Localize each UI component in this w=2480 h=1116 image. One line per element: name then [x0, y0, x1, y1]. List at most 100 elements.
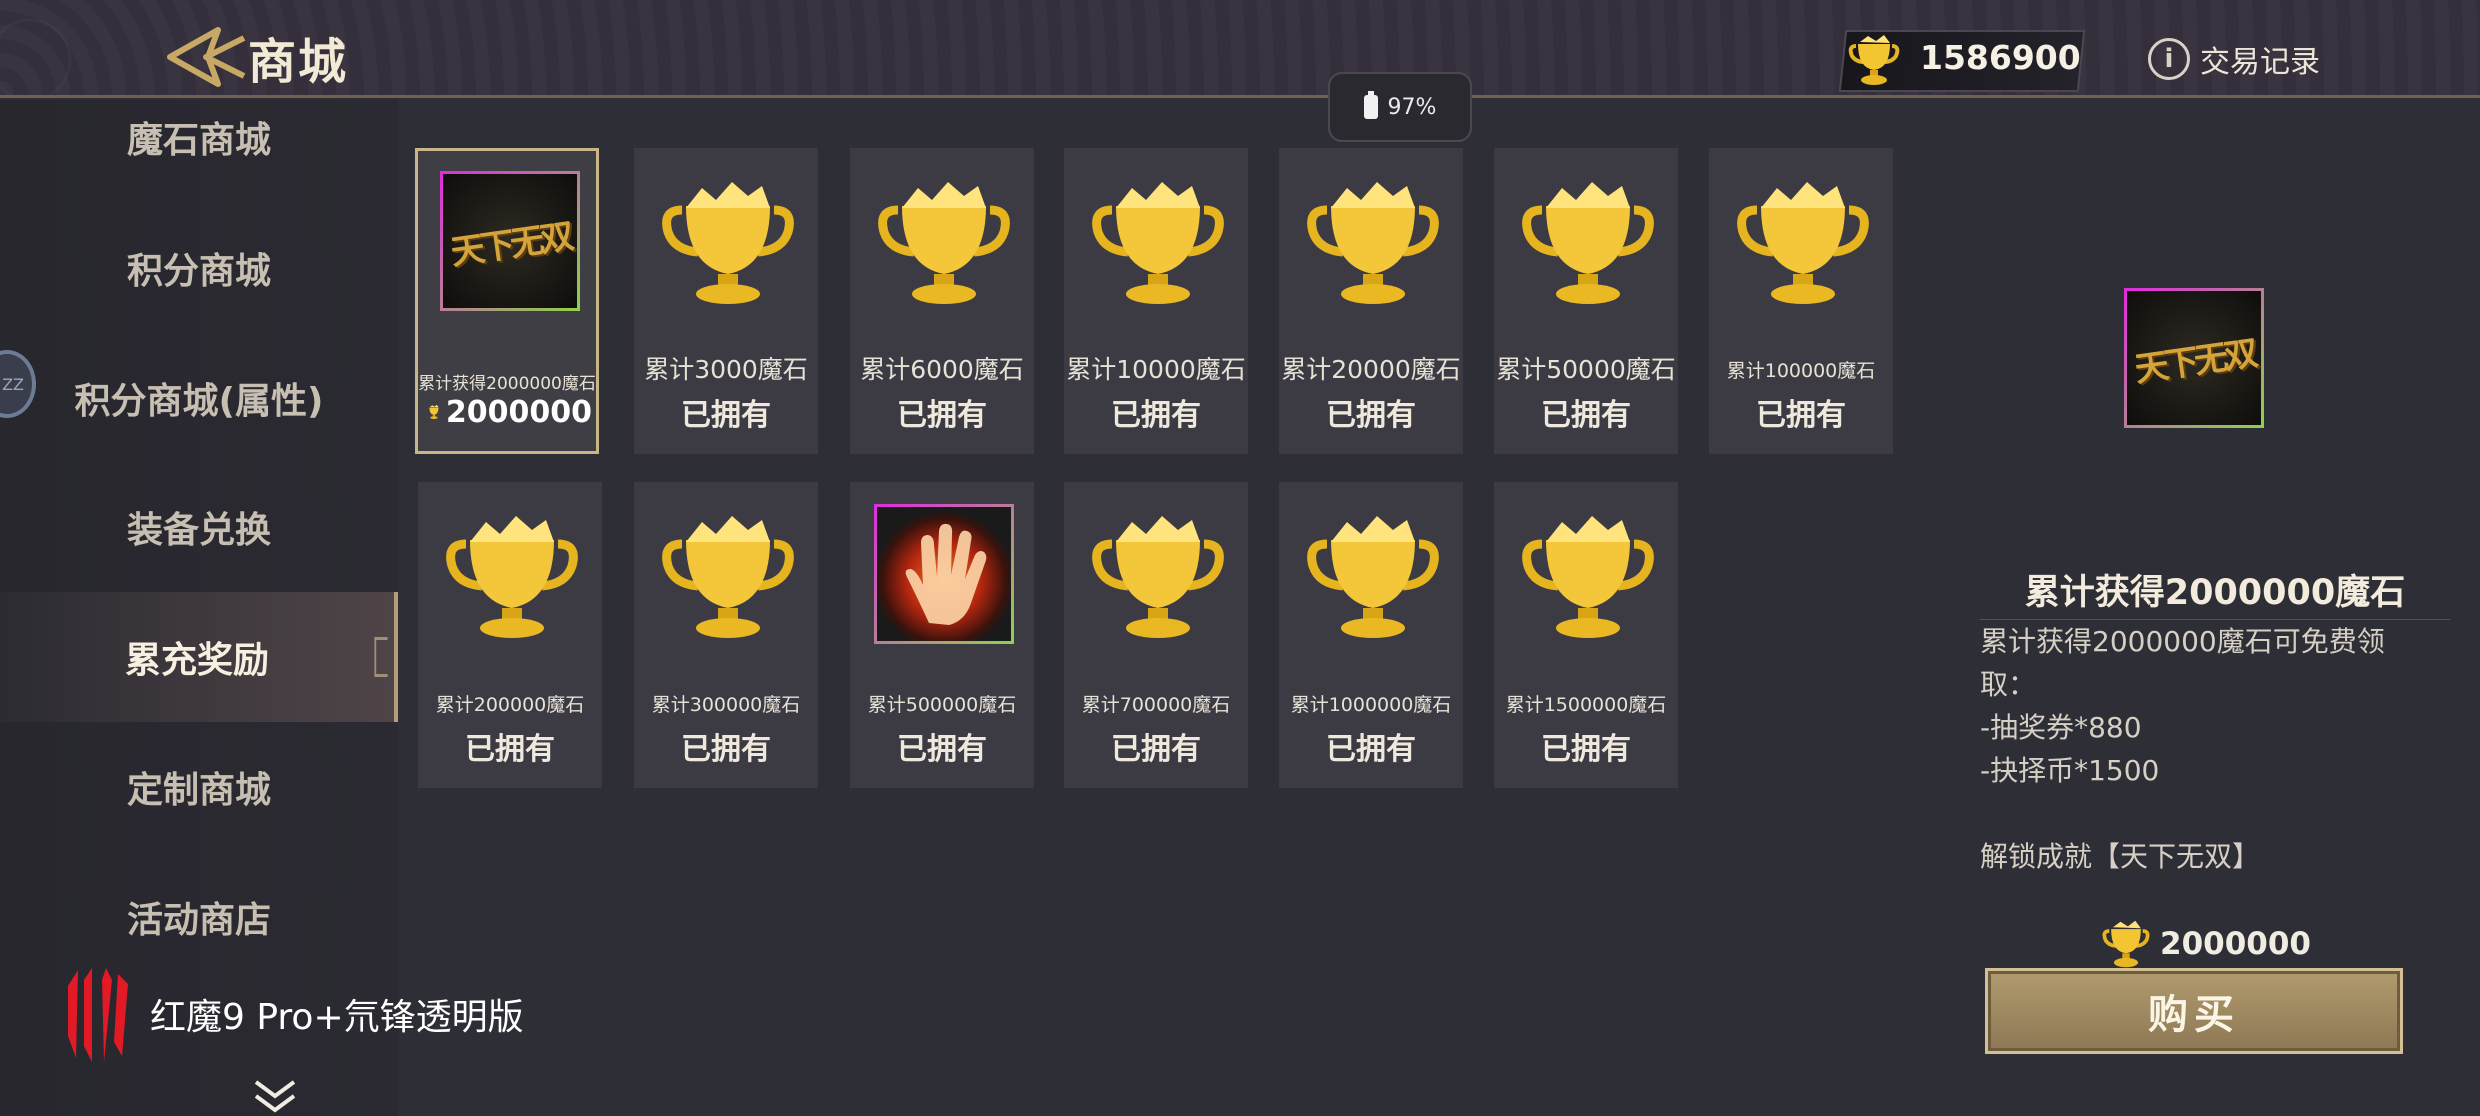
reward-card[interactable]: 累计100000魔石 已拥有 [1709, 148, 1893, 454]
detail-title: 累计获得2000000魔石 [1980, 564, 2450, 620]
reward-card[interactable]: 累计200000魔石 已拥有 [418, 482, 602, 788]
owned-status: 已拥有 [681, 732, 771, 767]
sleep-label: ZZ [2, 374, 24, 394]
owned-status: 已拥有 [1756, 398, 1846, 433]
detail-description: 累计获得2000000魔石可免费领 取： -抽奖券*880 -抉择币*1500 … [1980, 620, 2440, 878]
gold-trophy-icon [1522, 182, 1654, 304]
transaction-history-button[interactable]: i 交易记录 [2148, 34, 2320, 84]
owned-status: 已拥有 [1111, 732, 1201, 767]
gold-trophy-icon [429, 404, 439, 420]
sidebar-item-label: 定制商城 [126, 770, 271, 811]
sidebar-item-label: 积分商城(属性) [74, 381, 324, 422]
reward-card[interactable]: 累计700000魔石 已拥有 [1064, 482, 1248, 788]
gold-trophy-icon [1092, 516, 1224, 638]
owned-status: 已拥有 [1326, 398, 1416, 433]
reward-caption: 累计6000魔石 [860, 355, 1024, 384]
gold-trophy-icon [662, 516, 794, 638]
title-logo-text: 天下无双 [2132, 333, 2257, 390]
sidebar-item-custom-shop[interactable]: 定制商城 [0, 722, 398, 852]
detail-price-value: 2000000 [2160, 926, 2311, 962]
gold-trophy-icon [1737, 182, 1869, 304]
reward-grid: 天下无双 累计获得2000000魔石 2000000 累计3000魔石 已拥有 [410, 146, 1900, 796]
detail-desc-line: -抉择币*1500 [1980, 754, 2160, 787]
reward-card[interactable]: 累计1500000魔石 已拥有 [1494, 482, 1678, 788]
reward-caption: 累计3000魔石 [644, 355, 808, 384]
reward-price: 2000000 [426, 393, 592, 431]
reward-card[interactable]: 累计3000魔石 已拥有 [634, 148, 818, 454]
sidebar-item-points-shop[interactable]: 积分商城 [0, 203, 398, 333]
owned-status: 已拥有 [1326, 732, 1416, 767]
detail-desc-line: -抽奖券*880 [1980, 711, 2142, 744]
title-logo-text: 天下无双 [448, 216, 573, 273]
gold-trophy-icon [446, 516, 578, 638]
battery-icon [1363, 91, 1378, 119]
reward-card[interactable]: 累计6000魔石 已拥有 [850, 148, 1034, 454]
reward-caption: 累计200000魔石 [435, 694, 585, 716]
gold-trophy-icon [1848, 35, 1900, 85]
sidebar: 魔石商城 积分商城 积分商城(属性) 装备兑换 累充奖励 定制商城 活动商店 [0, 100, 398, 1116]
sidebar-item-recharge-rewards[interactable]: 累充奖励 [0, 592, 398, 722]
reward-caption: 累计100000魔石 [1726, 360, 1876, 382]
flame-hand-icon [874, 504, 1014, 644]
reward-caption: 累计1500000魔石 [1505, 694, 1667, 716]
detail-desc-line [1980, 792, 2440, 835]
transaction-history-label: 交易记录 [2200, 45, 2320, 80]
reward-caption: 累计20000魔石 [1281, 355, 1461, 384]
reward-card[interactable]: 累计20000魔石 已拥有 [1279, 148, 1463, 454]
sidebar-item-label: 积分商城 [126, 251, 271, 292]
reward-caption: 累计300000魔石 [651, 694, 801, 716]
info-icon: i [2148, 38, 2190, 80]
sidebar-item-label: 活动商店 [126, 900, 271, 941]
owned-status: 已拥有 [465, 732, 555, 767]
double-chevron-down-icon[interactable] [250, 1078, 300, 1114]
reward-card[interactable]: 天下无双 累计获得2000000魔石 2000000 [415, 148, 599, 454]
reward-card[interactable]: 累计10000魔石 已拥有 [1064, 148, 1248, 454]
reward-caption: 累计获得2000000魔石 [418, 374, 596, 394]
sidebar-item-label: 装备兑换 [126, 510, 271, 551]
gold-trophy-icon [1092, 182, 1224, 304]
buy-button[interactable]: 购买 [1985, 968, 2403, 1054]
reward-price-value: 2000000 [445, 394, 592, 430]
reward-card[interactable]: 累计300000魔石 已拥有 [634, 482, 818, 788]
sidebar-item-magic-stone-shop[interactable]: 魔石商城 [0, 72, 398, 202]
device-name: 红魔9 Pro+氘锋透明版 [150, 997, 524, 1038]
reward-caption: 累计50000魔石 [1496, 355, 1676, 384]
detail-desc-line: 解锁成就【天下无双】 [1980, 840, 2261, 873]
item-detail-panel: 天下无双 累计获得2000000魔石 累计获得2000000魔石可免费领 取： … [1960, 100, 2480, 1116]
owned-status: 已拥有 [1541, 732, 1631, 767]
device-watermark: 红魔9 Pro+氘锋透明版 [62, 966, 524, 1062]
owned-status: 已拥有 [1111, 398, 1201, 433]
detail-desc-line: 累计获得2000000魔石可免费领 [1980, 625, 2385, 658]
sidebar-item-points-shop-attribute[interactable]: 积分商城(属性) [0, 333, 398, 463]
tianxia-wushuang-title-icon: 天下无双 [440, 171, 580, 311]
tianxia-wushuang-title-icon: 天下无双 [2124, 288, 2264, 428]
reward-caption: 累计10000魔石 [1066, 355, 1246, 384]
active-indicator-icon [374, 637, 388, 677]
detail-desc-line: 取： [1980, 668, 2037, 701]
battery-indicator: 97% [1328, 72, 1472, 142]
sidebar-item-equipment-exchange[interactable]: 装备兑换 [0, 462, 398, 592]
reward-card[interactable]: 累计1000000魔石 已拥有 [1279, 482, 1463, 788]
sidebar-item-label: 累充奖励 [124, 640, 269, 681]
battery-percent: 97% [1387, 94, 1437, 120]
gold-trophy-icon [1307, 182, 1439, 304]
owned-status: 已拥有 [897, 732, 987, 767]
reward-card[interactable]: 累计50000魔石 已拥有 [1494, 148, 1678, 454]
gold-trophy-icon [662, 182, 794, 304]
owned-status: 已拥有 [897, 398, 987, 433]
red-magic-logo-icon [68, 968, 128, 1062]
currency-value: 1586900 [1920, 38, 2081, 77]
gold-trophy-icon [1307, 516, 1439, 638]
sidebar-item-label: 魔石商城 [126, 120, 271, 161]
reward-caption: 累计500000魔石 [867, 694, 1017, 716]
owned-status: 已拥有 [1541, 398, 1631, 433]
reward-caption: 累计700000魔石 [1081, 694, 1231, 716]
reward-card[interactable]: 累计500000魔石 已拥有 [850, 482, 1034, 788]
sidebar-item-event-shop[interactable]: 活动商店 [0, 852, 398, 982]
gold-trophy-icon [878, 182, 1010, 304]
reward-caption: 累计1000000魔石 [1290, 694, 1452, 716]
owned-status: 已拥有 [681, 398, 771, 433]
detail-price: 2000000 [2100, 918, 2311, 970]
gold-trophy-icon [1522, 516, 1654, 638]
gold-trophy-icon [2102, 920, 2150, 968]
